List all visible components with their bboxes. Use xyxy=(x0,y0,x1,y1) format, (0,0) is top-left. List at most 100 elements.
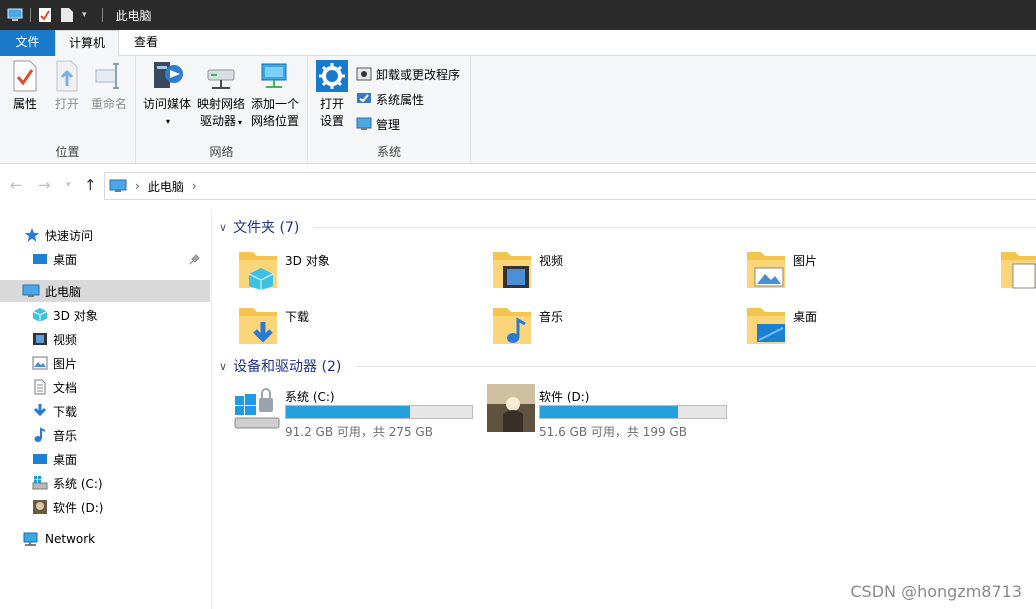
uninstall-icon xyxy=(356,67,372,81)
sidebar-item-network[interactable]: Network xyxy=(0,528,210,550)
computer-icon xyxy=(22,284,40,297)
folder-desktop[interactable]: 桌面 xyxy=(745,302,817,348)
sidebar-item-videos[interactable]: 视频 xyxy=(0,328,210,350)
sidebar-item-documents[interactable]: 文档 xyxy=(0,376,210,398)
title-separator xyxy=(30,8,31,22)
drive-tile-c[interactable]: 系统 (C:) 91.2 GB 可用，共 275 GB xyxy=(233,384,483,439)
folders-section-header[interactable]: ∨ 文件夹 (7) xyxy=(219,217,299,237)
add-network-location-button[interactable]: 添加一个 网络位置 xyxy=(248,60,302,130)
drive-tile-d[interactable]: 软件 (D:) 51.6 GB 可用，共 199 GB xyxy=(487,384,737,439)
forward-arrow-icon[interactable]: → xyxy=(38,176,51,194)
map-drive-dropdown-icon: ▾ xyxy=(238,118,243,127)
open-settings-label-1: 打开 xyxy=(319,97,344,111)
ribbon-group-network: 访问媒体 ▾ 映射网络 驱动器 ▾ 添加一个 网络位置 网络 xyxy=(136,56,308,164)
folder-pictures[interactable]: 图片 xyxy=(745,246,817,292)
folder-desktop-icon xyxy=(747,308,785,344)
folder-label: 图片 xyxy=(793,254,818,268)
open-icon xyxy=(56,60,78,92)
sidebar-item-label: 3D 对象 xyxy=(53,308,98,323)
recent-locations-dropdown-icon[interactable]: ▾ xyxy=(66,180,71,190)
open-settings-button[interactable]: 打开 设置 xyxy=(314,60,350,130)
tab-file[interactable]: 文件 xyxy=(0,30,55,56)
manage-button[interactable]: 管理 xyxy=(356,114,400,134)
breadcrumb-this-pc[interactable]: 此电脑 xyxy=(148,178,184,195)
drives-section-header[interactable]: ∨ 设备和驱动器 (2) xyxy=(219,356,341,376)
back-arrow-icon[interactable]: ← xyxy=(10,176,23,194)
drive-usage-fill xyxy=(286,406,411,418)
sidebar-item-label: 系统 (C:) xyxy=(53,476,103,491)
drive-free-space: 91.2 GB 可用，共 275 GB xyxy=(285,425,433,439)
drives-header-label: 设备和驱动器 (2) xyxy=(233,359,342,375)
sidebar-item-label: 图片 xyxy=(53,356,78,371)
music-icon xyxy=(34,427,46,442)
properties-icon xyxy=(13,60,37,92)
uninstall-program-button[interactable]: 卸载或更改程序 xyxy=(356,64,460,84)
properties-button[interactable]: 属性 xyxy=(6,60,44,113)
sidebar-item-downloads[interactable]: 下载 xyxy=(0,400,210,422)
collapse-chevron-icon[interactable]: ∨ xyxy=(219,221,227,234)
picture-icon xyxy=(32,356,48,370)
sidebar-item-desktop[interactable]: 桌面 xyxy=(0,448,210,470)
content-pane: ∨ 文件夹 (7) 3D 对象 视频 图片 下载 音乐 桌面 ∨ 设备和驱动器 … xyxy=(213,210,1036,609)
sidebar-item-music[interactable]: 音乐 xyxy=(0,424,210,446)
system-properties-label: 系统属性 xyxy=(376,92,425,107)
rename-label: 重命名 xyxy=(90,97,127,111)
map-drive-label-2: 驱动器 xyxy=(199,114,236,128)
sidebar-item-drive-c[interactable]: 系统 (C:) xyxy=(0,472,210,494)
navigation-bar: ← → ▾ ↑ › 此电脑 › xyxy=(0,170,1036,202)
tab-view[interactable]: 查看 xyxy=(120,30,172,56)
new-folder-quick-icon[interactable] xyxy=(60,7,74,23)
tab-computer[interactable]: 计算机 xyxy=(55,30,119,57)
media-server-icon xyxy=(154,62,183,88)
ribbon-group-location: 属性 打开 重命名 位置 xyxy=(0,56,136,164)
breadcrumb-chevron-icon[interactable]: › xyxy=(192,179,197,193)
sidebar-item-3d-objects[interactable]: 3D 对象 xyxy=(0,304,210,326)
network-icon xyxy=(23,532,38,546)
navigation-pane: 快速访问 桌面 此电脑 3D 对象 视频 图片 文档 下载 音乐 桌面 系统 (… xyxy=(0,210,212,609)
rename-button[interactable]: 重命名 xyxy=(89,60,129,113)
add-location-label-1: 添加一个 xyxy=(250,97,299,111)
sidebar-item-drive-d[interactable]: 软件 (D:) xyxy=(0,496,210,518)
folder-3d-objects[interactable]: 3D 对象 xyxy=(237,246,330,292)
folder-music[interactable]: 音乐 xyxy=(491,302,563,348)
properties-quick-icon[interactable] xyxy=(38,7,52,23)
drive-d-icon xyxy=(33,500,47,514)
up-arrow-icon[interactable]: ↑ xyxy=(84,176,97,194)
windows-drive-icon xyxy=(234,388,280,429)
sidebar-item-quick-access[interactable]: 快速访问 xyxy=(0,224,210,246)
section-divider xyxy=(355,366,1036,367)
access-media-label: 访问媒体 xyxy=(142,97,191,111)
access-media-button[interactable]: 访问媒体 ▾ xyxy=(142,60,192,130)
folder-label: 3D 对象 xyxy=(285,254,330,268)
group-label-location: 位置 xyxy=(55,145,80,159)
folder-label: 桌面 xyxy=(793,310,818,324)
ribbon: 属性 打开 重命名 位置 访问媒体 ▾ 映射网络 驱动器 ▾ 添加一个 网络位置 … xyxy=(0,56,1036,164)
sidebar-item-pictures[interactable]: 图片 xyxy=(0,352,210,374)
folder-documents[interactable] xyxy=(999,246,1036,292)
system-properties-icon xyxy=(357,93,371,103)
folder-music-icon xyxy=(493,308,531,344)
folder-video-icon xyxy=(493,252,531,288)
collapse-chevron-icon[interactable]: ∨ xyxy=(219,360,227,373)
rename-icon xyxy=(95,63,119,89)
document-icon xyxy=(34,379,46,395)
network-location-icon xyxy=(261,63,287,88)
drive-c-icon xyxy=(32,476,48,490)
breadcrumb-chevron-icon[interactable]: › xyxy=(135,179,140,193)
sidebar-item-label: 桌面 xyxy=(53,452,78,467)
system-properties-button[interactable]: 系统属性 xyxy=(356,89,424,109)
quick-access-dropdown-icon[interactable]: ▾ xyxy=(82,10,87,20)
folder-picture-icon xyxy=(747,252,785,288)
sidebar-item-desktop-pinned[interactable]: 桌面 xyxy=(0,248,210,270)
folder-downloads[interactable]: 下载 xyxy=(237,302,309,348)
open-button[interactable]: 打开 xyxy=(50,60,84,113)
folder-document-icon xyxy=(1001,252,1036,289)
map-network-drive-button[interactable]: 映射网络 驱动器 ▾ xyxy=(194,60,248,131)
sidebar-item-label: 下载 xyxy=(53,404,78,419)
open-settings-label-2: 设置 xyxy=(319,114,344,128)
folder-videos[interactable]: 视频 xyxy=(491,246,563,292)
address-bar[interactable]: › 此电脑 › xyxy=(104,172,1036,200)
desktop-icon xyxy=(33,454,47,464)
pin-icon[interactable] xyxy=(189,253,201,265)
sidebar-item-this-pc[interactable]: 此电脑 xyxy=(0,280,210,302)
